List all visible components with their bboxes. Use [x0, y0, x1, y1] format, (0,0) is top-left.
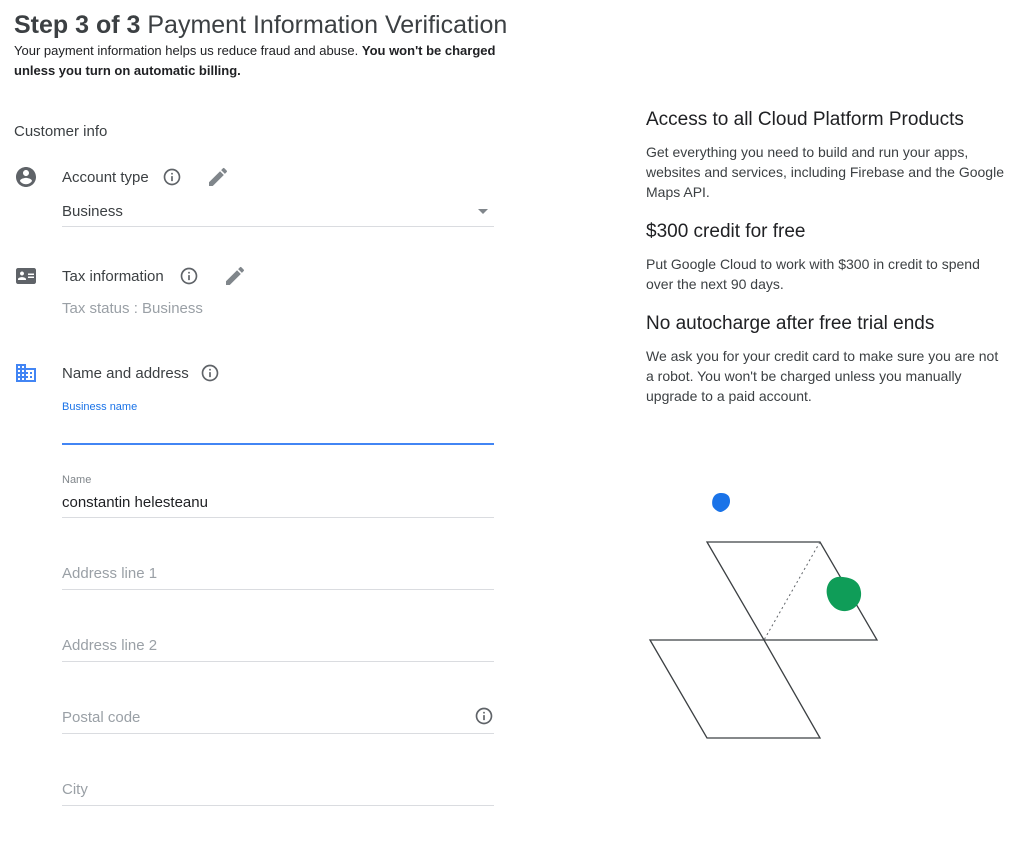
info-icon[interactable] [179, 266, 199, 286]
step-indicator: Step 3 of 3 [14, 11, 141, 39]
green-blob-icon [826, 576, 862, 612]
tax-information-label: Tax information [62, 268, 164, 285]
page-subtitle: Your payment information helps us reduce… [14, 41, 504, 81]
benefit-heading: $300 credit for free [646, 221, 806, 242]
account-circle-icon [16, 167, 36, 187]
subtitle-text: Your payment information helps us reduce… [14, 43, 359, 58]
benefit-heading: No autocharge after free trial ends [646, 313, 935, 334]
business-icon [16, 364, 36, 382]
info-icon[interactable] [474, 706, 494, 726]
lower-card-outline [648, 639, 822, 739]
tax-status: Tax status : Business [62, 300, 203, 317]
address-line-1-input[interactable]: Address line 1 [62, 565, 157, 582]
benefit-text: Put Google Cloud to work with $300 in cr… [646, 256, 980, 292]
postal-code-underline [62, 733, 494, 734]
verification-illustration [648, 493, 879, 739]
pencil-icon[interactable] [223, 264, 247, 288]
city-underline [62, 805, 494, 806]
name-underline [62, 517, 494, 518]
business-name-label: Business name [62, 401, 138, 413]
business-name-underline [62, 443, 494, 445]
business-name-input[interactable] [62, 418, 494, 440]
page-title-text: Payment Information Verification [147, 11, 508, 39]
address-line-1-underline [62, 589, 494, 590]
postal-code-input[interactable]: Postal code [62, 709, 140, 726]
name-input[interactable]: constantin helesteanu [62, 494, 208, 511]
benefit-text: Get everything you need to build and run… [646, 144, 1004, 200]
name-and-address-label: Name and address [62, 365, 189, 382]
chevron-down-icon[interactable] [478, 209, 488, 214]
account-type-select[interactable]: Business [62, 203, 123, 220]
id-card-icon [16, 268, 36, 284]
page-title: Step 3 of 3 Payment Information Verifica… [14, 8, 507, 42]
city-input[interactable]: City [62, 781, 88, 798]
benefit-heading: Access to all Cloud Platform Products [646, 109, 964, 130]
dotted-connector [763, 541, 821, 641]
info-icon[interactable] [162, 167, 182, 187]
blue-marker-icon [712, 493, 730, 512]
info-icon[interactable] [200, 363, 220, 383]
account-type-underline [62, 226, 494, 227]
name-label: Name [62, 474, 92, 486]
address-line-2-underline [62, 661, 494, 662]
benefit-text: We ask you for your credit card to make … [646, 348, 999, 404]
customer-info-title: Customer info [14, 123, 108, 140]
address-line-2-input[interactable]: Address line 2 [62, 637, 157, 654]
account-type-label: Account type [62, 169, 149, 186]
pencil-icon[interactable] [206, 165, 230, 189]
